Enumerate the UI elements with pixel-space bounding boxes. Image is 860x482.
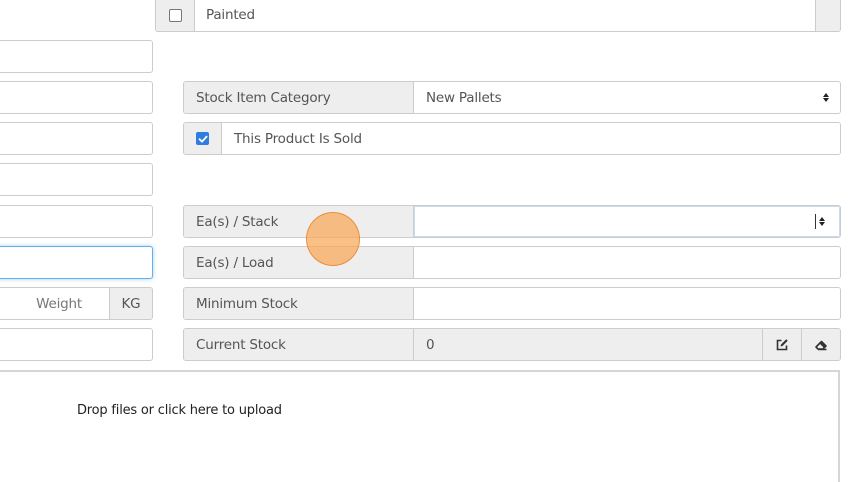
ea-load-label: Ea(s) / Load [184, 247, 414, 278]
current-stock-value: 0 [414, 329, 762, 360]
product-sold-checkbox-addon[interactable] [184, 123, 222, 154]
checkmark-icon [198, 135, 207, 142]
file-dropzone[interactable]: Drop files or click here to upload [0, 370, 840, 482]
weight-group: Weight KG [0, 287, 153, 320]
left-input-4[interactable] [0, 163, 153, 196]
text-cursor [815, 214, 816, 229]
left-input-1[interactable] [0, 40, 153, 73]
product-sold-label: This Product Is Sold [222, 123, 840, 154]
left-input-7[interactable] [0, 328, 153, 361]
edit-icon [776, 338, 788, 350]
product-sold-checkbox[interactable] [196, 132, 209, 145]
stock-item-category-label: Stock Item Category [184, 82, 414, 113]
left-input-focused[interactable] [0, 246, 153, 279]
current-stock-clear-button[interactable] [801, 329, 840, 360]
stock-item-category-select[interactable]: New Pallets [414, 82, 840, 113]
painted-checkbox-addon[interactable] [156, 0, 195, 31]
current-stock-edit-button[interactable] [762, 329, 801, 360]
stock-item-category-value: New Pallets [426, 89, 502, 106]
ea-load-group: Ea(s) / Load [183, 246, 841, 279]
painted-label: Painted [195, 0, 815, 31]
weight-placeholder: Weight [36, 295, 82, 312]
minimum-stock-input[interactable] [414, 288, 840, 319]
weight-input[interactable]: Weight [0, 288, 109, 319]
weight-unit: KG [109, 288, 152, 319]
left-input-2[interactable] [0, 81, 153, 114]
left-input-5[interactable] [0, 205, 153, 238]
painted-group: Painted [155, 0, 841, 32]
left-input-3[interactable] [0, 122, 153, 155]
select-arrows-icon [823, 93, 829, 102]
painted-checkbox[interactable] [168, 8, 182, 22]
stock-item-category-group: Stock Item Category New Pallets [183, 81, 841, 114]
number-spinner-icon[interactable] [819, 217, 825, 226]
painted-side-button[interactable] [815, 0, 840, 31]
dropzone-text: Drop files or click here to upload [77, 403, 282, 418]
ea-load-input[interactable] [414, 247, 840, 278]
minimum-stock-group: Minimum Stock [183, 287, 841, 320]
current-stock-group: Current Stock 0 [183, 328, 841, 361]
minimum-stock-label: Minimum Stock [184, 288, 414, 319]
ea-stack-label: Ea(s) / Stack [184, 206, 414, 237]
eraser-icon [815, 340, 827, 350]
ea-stack-input[interactable] [414, 206, 840, 237]
current-stock-label: Current Stock [184, 329, 414, 360]
product-sold-group: This Product Is Sold [183, 122, 841, 155]
ea-stack-group: Ea(s) / Stack [183, 205, 841, 238]
cursor-highlight [306, 212, 360, 266]
